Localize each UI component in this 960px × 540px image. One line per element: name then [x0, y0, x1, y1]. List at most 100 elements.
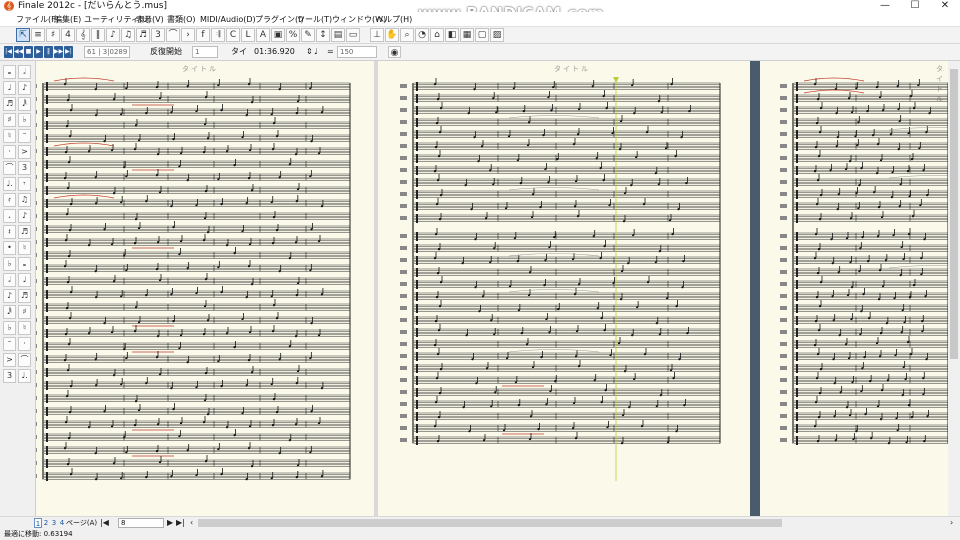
palette-tool-icon[interactable]: 𝅝: [3, 65, 16, 79]
lyrics-tool-icon[interactable]: L: [241, 28, 255, 42]
page-number-input[interactable]: 8: [118, 518, 164, 528]
maximize-icon[interactable]: ☐: [900, 0, 930, 12]
palette-tool-icon[interactable]: 𝅝: [18, 257, 31, 271]
palette-tool-icon[interactable]: ♩.: [3, 177, 16, 191]
stop-icon[interactable]: ■: [24, 46, 33, 58]
palette-tool-icon[interactable]: ♭: [18, 113, 31, 127]
speedy-entry-tool-icon[interactable]: ♫: [121, 28, 135, 42]
page-tab-1[interactable]: 1: [34, 518, 42, 528]
measure-tool-icon[interactable]: ‖: [91, 28, 105, 42]
palette-tool-icon[interactable]: >: [3, 353, 16, 367]
page-layout-tool-icon[interactable]: ▭: [346, 28, 360, 42]
palette-tool-icon[interactable]: 𝄻: [18, 129, 31, 143]
doc-settings-icon[interactable]: ▨: [490, 28, 504, 42]
rewind-icon[interactable]: ◀◀: [14, 46, 23, 58]
special-tools-icon[interactable]: ✎: [301, 28, 315, 42]
palette-tool-icon[interactable]: 𝅗𝅥: [18, 65, 31, 79]
play-icon[interactable]: ▶: [34, 46, 43, 58]
palette-tool-icon[interactable]: ♪: [18, 81, 31, 95]
minimize-icon[interactable]: —: [870, 0, 900, 12]
palette-tool-icon[interactable]: ♩.: [18, 369, 31, 383]
palette-tool-icon[interactable]: 𝄻: [3, 337, 16, 351]
smart-shape-tool-icon[interactable]: ⌒: [166, 28, 180, 42]
menu-file[interactable]: ファイル(F): [16, 12, 59, 27]
palette-tool-icon[interactable]: ♭: [3, 321, 16, 335]
palette-tool-icon[interactable]: ⌒: [3, 161, 16, 175]
scroll-view-icon[interactable]: ⌂: [430, 28, 444, 42]
palette-tool-icon[interactable]: ♬: [18, 225, 31, 239]
page-tab-3[interactable]: 3: [50, 518, 58, 528]
palette-tool-icon[interactable]: ♮: [18, 241, 31, 255]
palette-tool-icon[interactable]: ♬: [18, 289, 31, 303]
ossia-tool-icon[interactable]: ▢: [475, 28, 489, 42]
palette-tool-icon[interactable]: ♬: [3, 97, 16, 111]
staff-tool-icon[interactable]: ≡: [31, 28, 45, 42]
repeat-count-field[interactable]: 1: [192, 46, 218, 58]
score-manager-icon[interactable]: ▦: [460, 28, 474, 42]
zoom-tool-icon[interactable]: ⌕: [400, 28, 414, 42]
measure-counter-field[interactable]: 61 | 3|0289: [84, 46, 130, 58]
playback-settings-icon[interactable]: ◔: [415, 28, 429, 42]
expression-tool-icon[interactable]: f: [196, 28, 210, 42]
mass-edit-tool-icon[interactable]: ▤: [331, 28, 345, 42]
pause-icon[interactable]: ‖: [44, 46, 53, 58]
palette-tool-icon[interactable]: •: [3, 241, 16, 255]
palette-tool-icon[interactable]: ·: [18, 337, 31, 351]
menu-view[interactable]: 表示(V): [136, 12, 164, 27]
palette-tool-icon[interactable]: 𝅗𝅥: [3, 273, 16, 287]
palette-tool-icon[interactable]: ♯: [18, 305, 31, 319]
key-signature-tool-icon[interactable]: ♯: [46, 28, 60, 42]
menu-help[interactable]: ヘルプ(H): [376, 12, 412, 27]
palette-tool-icon[interactable]: 𝄽: [3, 225, 16, 239]
vertical-scroll-thumb[interactable]: [950, 69, 958, 359]
palette-tool-icon[interactable]: 3: [18, 161, 31, 175]
time-signature-tool-icon[interactable]: 4: [61, 28, 75, 42]
simple-entry-tool-icon[interactable]: ♪: [106, 28, 120, 42]
close-icon[interactable]: ✕: [930, 0, 960, 12]
clef-tool-icon[interactable]: 𝄞: [76, 28, 90, 42]
tempo-stepper-icon[interactable]: ⇕: [306, 46, 313, 58]
score-workspace[interactable]: タイトル タイトル タイトル: [36, 61, 948, 516]
vertical-scrollbar[interactable]: [948, 61, 960, 516]
selection-tool-icon[interactable]: ⇱: [16, 28, 30, 42]
midi-tool-icon[interactable]: ⊥: [370, 28, 384, 42]
palette-tool-icon[interactable]: ♩: [18, 273, 31, 287]
hand-grabber-tool-icon[interactable]: ✋: [385, 28, 399, 42]
tempo-field[interactable]: 150: [337, 46, 377, 58]
graphics-tool-icon[interactable]: ▣: [271, 28, 285, 42]
menu-document[interactable]: 書類(O): [167, 12, 196, 27]
articulation-tool-icon[interactable]: ›: [181, 28, 195, 42]
palette-tool-icon[interactable]: 3: [3, 369, 16, 383]
palette-tool-icon[interactable]: ·: [3, 145, 16, 159]
palette-tool-icon[interactable]: ♩: [3, 81, 16, 95]
palette-tool-icon[interactable]: ♯: [3, 113, 16, 127]
palette-tool-icon[interactable]: ⌒: [18, 353, 31, 367]
menu-midi-audio[interactable]: MIDI/Audio(D): [200, 12, 256, 27]
horizontal-scroll-thumb[interactable]: [198, 519, 782, 527]
menu-edit[interactable]: 編集(E): [54, 12, 81, 27]
studio-view-icon[interactable]: ◧: [445, 28, 459, 42]
palette-tool-icon[interactable]: ♫: [18, 193, 31, 207]
palette-tool-icon[interactable]: 𝅘𝅥𝅱: [3, 305, 16, 319]
palette-tool-icon[interactable]: ♮: [18, 321, 31, 335]
resize-tool-icon[interactable]: %: [286, 28, 300, 42]
tuplet-tool-icon[interactable]: 3: [151, 28, 165, 42]
fast-forward-icon[interactable]: ▶▶: [54, 46, 63, 58]
hyperscribe-tool-icon[interactable]: ♬: [136, 28, 150, 42]
palette-tool-icon[interactable]: 𝄿: [3, 193, 16, 207]
speaker-icon[interactable]: ◉: [388, 46, 401, 58]
menu-tools[interactable]: ツール(T): [297, 12, 332, 27]
palette-tool-icon[interactable]: ♪: [18, 209, 31, 223]
palette-tool-icon[interactable]: 𝄾: [18, 177, 31, 191]
palette-tool-icon[interactable]: ♪: [3, 289, 16, 303]
palette-tool-icon[interactable]: ♮: [3, 129, 16, 143]
palette-tool-icon[interactable]: 𝆺: [3, 209, 16, 223]
rewind-to-start-icon[interactable]: |◀: [4, 46, 13, 58]
forward-to-end-icon[interactable]: ▶|: [64, 46, 73, 58]
page-tab-4[interactable]: 4: [58, 518, 66, 528]
palette-tool-icon[interactable]: >: [18, 145, 31, 159]
repeat-tool-icon[interactable]: 𝄇: [211, 28, 225, 42]
text-tool-icon[interactable]: A: [256, 28, 270, 42]
palette-tool-icon[interactable]: ♭: [3, 257, 16, 271]
page-tab-2[interactable]: 2: [42, 518, 50, 528]
